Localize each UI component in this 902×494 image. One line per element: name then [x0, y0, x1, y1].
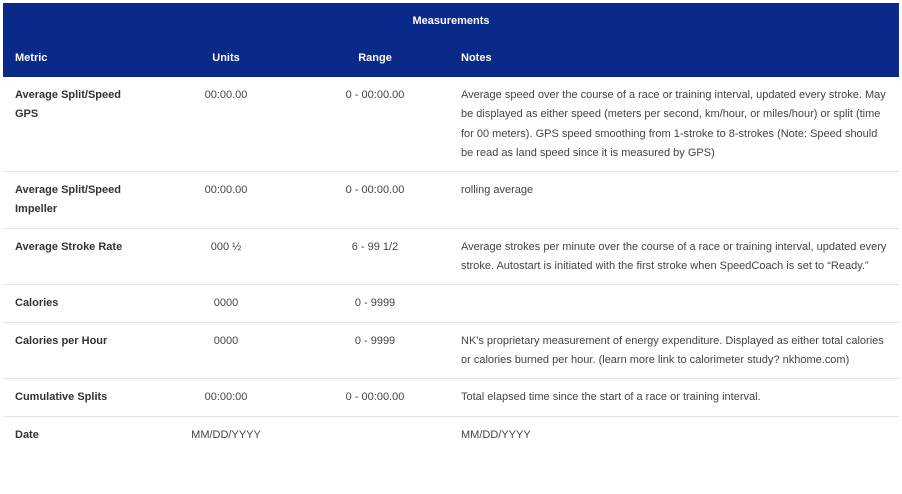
metric-cell: Calories per Hour — [3, 322, 151, 380]
range-cell: 0 - 00:00.00 — [301, 77, 449, 173]
units-cell: 00:00:00 — [151, 378, 301, 417]
units-cell: 00:00.00 — [151, 77, 301, 173]
range-cell: 6 - 99 1/2 — [301, 228, 449, 286]
units-cell: 0000 — [151, 322, 301, 380]
range-cell: 0 - 00:00.00 — [301, 378, 449, 417]
metric-cell: Date — [15, 428, 39, 441]
table-row: Date MM/DD/YYYY MM/DD/YYYY — [3, 416, 899, 453]
notes-cell: MM/DD/YYYY — [461, 428, 531, 441]
table-row: Average Split/Speed Impeller 00:00.00 0 … — [3, 171, 900, 229]
column-header-range: Range — [301, 39, 449, 77]
column-header-units: Units — [151, 39, 301, 77]
range-cell — [301, 416, 449, 453]
metric-cell: Calories — [3, 284, 151, 323]
range-cell: 0 - 9999 — [301, 322, 449, 380]
column-header-notes: Notes — [449, 39, 900, 77]
table-body: Average Split/Speed GPS 00:00.00 0 - 00:… — [3, 77, 900, 453]
measurements-table: Measurements Metric Units Range Notes Av… — [3, 3, 900, 453]
notes-cell: NK's proprietary measurement of energy e… — [449, 322, 900, 380]
metric-cell: Average Split/Speed GPS — [3, 77, 151, 173]
table-title: Measurements — [3, 3, 900, 39]
units-cell: 000 ½ — [151, 228, 301, 286]
units-cell: MM/DD/YYYY — [191, 428, 261, 441]
table-row: Calories 0000 0 - 9999 — [3, 284, 900, 323]
notes-cell: Average strokes per minute over the cour… — [449, 228, 900, 286]
table-title-row: Measurements — [3, 3, 900, 39]
table-row: Cumulative Splits 00:00:00 0 - 00:00.00 … — [3, 378, 900, 417]
range-cell: 0 - 00:00.00 — [301, 171, 449, 229]
notes-cell: rolling average — [449, 171, 900, 229]
notes-cell — [449, 284, 900, 323]
notes-cell: Total elapsed time since the start of a … — [449, 378, 900, 417]
table-row: Average Split/Speed GPS 00:00.00 0 - 00:… — [3, 77, 900, 173]
units-cell: 0000 — [151, 284, 301, 323]
notes-cell: Average speed over the course of a race … — [449, 77, 900, 173]
column-header-metric: Metric — [3, 39, 151, 77]
measurements-table-container: Measurements Metric Units Range Notes Av… — [3, 3, 900, 453]
table-header-row: Metric Units Range Notes — [3, 39, 900, 77]
table-row: Average Stroke Rate 000 ½ 6 - 99 1/2 Ave… — [3, 228, 900, 286]
metric-cell: Average Stroke Rate — [3, 228, 151, 286]
units-cell: 00:00.00 — [151, 171, 301, 229]
metric-cell: Average Split/Speed Impeller — [3, 171, 151, 229]
range-cell: 0 - 9999 — [301, 284, 449, 323]
metric-cell: Cumulative Splits — [3, 378, 151, 417]
table-row: Calories per Hour 0000 0 - 9999 NK's pro… — [3, 322, 900, 380]
